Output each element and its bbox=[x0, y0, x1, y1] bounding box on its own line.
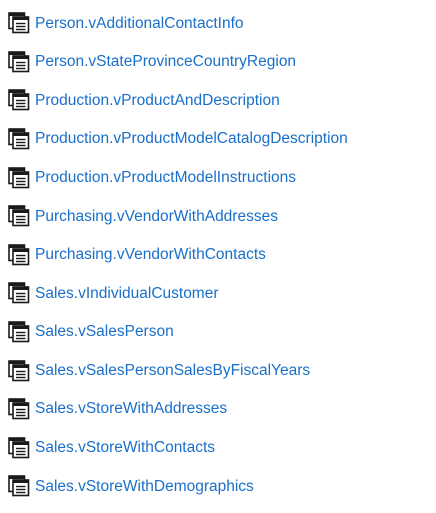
list-item: Production.vProductModelCatalogDescripti… bbox=[8, 120, 436, 159]
table-view-icon bbox=[8, 282, 30, 304]
list-item: Purchasing.vVendorWithAddresses bbox=[8, 197, 436, 236]
view-link[interactable]: Purchasing.vVendorWithAddresses bbox=[35, 209, 278, 225]
list-item: Sales.vSalesPerson bbox=[8, 313, 436, 352]
table-view-icon bbox=[8, 437, 30, 459]
list-item: Production.vProductAndDescription bbox=[8, 81, 436, 120]
view-link[interactable]: Person.vStateProvinceCountryRegion bbox=[35, 54, 296, 70]
list-item: Person.vStateProvinceCountryRegion bbox=[8, 43, 436, 82]
table-view-icon bbox=[8, 205, 30, 227]
table-view-icon bbox=[8, 359, 30, 382]
view-link[interactable]: Purchasing.vVendorWithContacts bbox=[35, 247, 266, 263]
table-view-icon bbox=[8, 89, 30, 111]
view-link[interactable]: Sales.vIndividualCustomer bbox=[35, 286, 219, 302]
table-view-icon bbox=[8, 51, 30, 73]
list-item: Sales.vIndividualCustomer bbox=[8, 274, 436, 313]
table-view-icon bbox=[8, 128, 30, 150]
view-link[interactable]: Sales.vStoreWithDemographics bbox=[35, 479, 254, 495]
list-item: Sales.vSalesPersonSalesByFiscalYears bbox=[8, 351, 436, 390]
list-item: Sales.vStoreWithAddresses bbox=[8, 390, 436, 429]
list-item: Purchasing.vVendorWithContacts bbox=[8, 236, 436, 275]
table-view-icon bbox=[8, 12, 30, 34]
view-link[interactable]: Production.vProductAndDescription bbox=[35, 93, 280, 109]
list-item: Person.vAdditionalContactInfo bbox=[8, 4, 436, 43]
table-view-icon bbox=[8, 398, 30, 420]
table-view-icon bbox=[8, 475, 30, 497]
view-link[interactable]: Sales.vStoreWithContacts bbox=[35, 440, 215, 456]
view-link[interactable]: Sales.vStoreWithAddresses bbox=[35, 401, 227, 417]
table-view-icon bbox=[8, 321, 30, 343]
view-link[interactable]: Production.vProductModelCatalogDescripti… bbox=[35, 131, 348, 147]
list-item: Sales.vStoreWithContacts bbox=[8, 429, 436, 468]
view-link[interactable]: Sales.vSalesPerson bbox=[35, 324, 174, 340]
list-item: Sales.vStoreWithDemographics bbox=[8, 467, 436, 506]
view-list: Person.vAdditionalContactInfo Person.vSt… bbox=[8, 4, 436, 506]
list-item: Production.vProductModelInstructions bbox=[8, 158, 436, 197]
table-view-icon bbox=[8, 244, 30, 266]
table-view-icon bbox=[8, 166, 30, 189]
view-link[interactable]: Production.vProductModelInstructions bbox=[35, 170, 296, 186]
view-link[interactable]: Sales.vSalesPersonSalesByFiscalYears bbox=[35, 363, 310, 379]
view-link[interactable]: Person.vAdditionalContactInfo bbox=[35, 16, 244, 32]
